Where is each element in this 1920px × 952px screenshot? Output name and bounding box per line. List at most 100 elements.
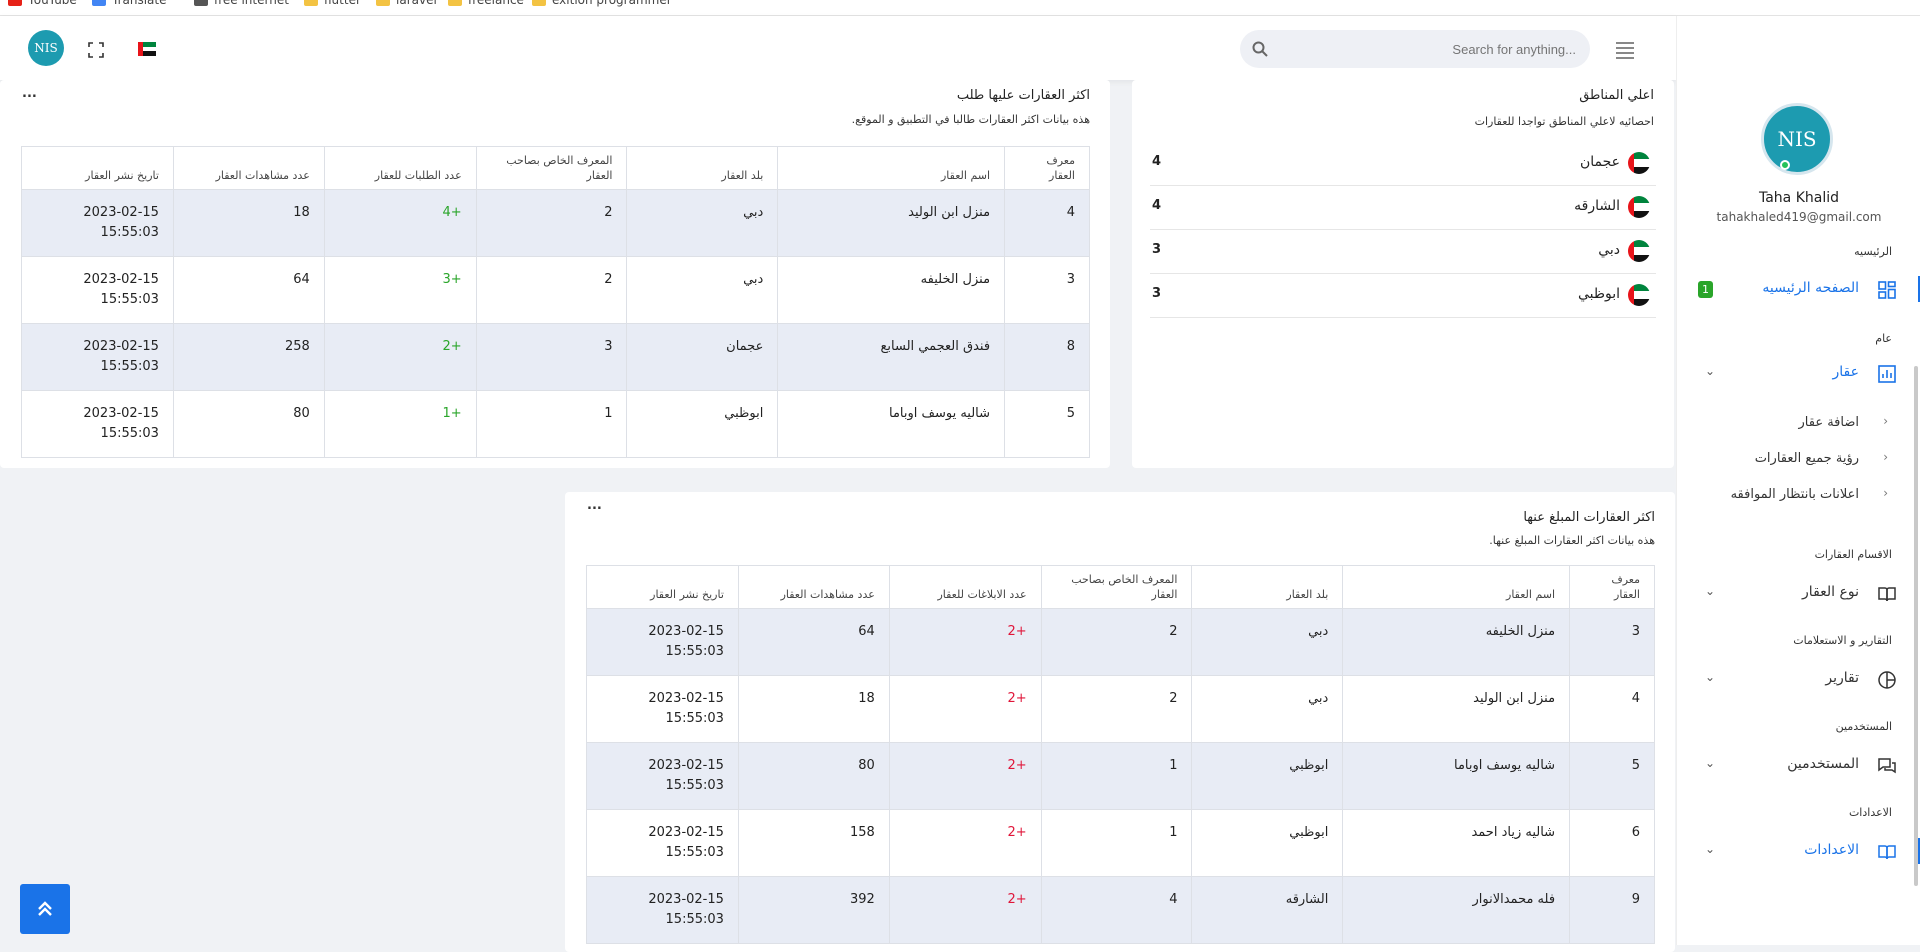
column-header: معرف العقار xyxy=(1004,146,1090,190)
cell-owner: 2 xyxy=(1040,608,1193,676)
avatar[interactable]: NIS xyxy=(1761,103,1833,175)
table-row[interactable]: 3 منزل الخليفه دبي 2 +3 64 2023-02-15 15:55:03 xyxy=(21,256,1090,324)
globe-icon xyxy=(194,0,208,6)
column-header: معرف العقار xyxy=(1569,565,1655,609)
table-row[interactable]: 8 فندق العجمي السابع عجمان 3 +2 258 2023-02-15… xyxy=(21,323,1090,391)
cell-owner: 4 xyxy=(1040,876,1193,944)
cell-views: 80 xyxy=(172,390,325,458)
region-row: 4 عجمان xyxy=(1150,142,1656,186)
bookmark-label: freelance xyxy=(468,0,524,7)
bookmark-item[interactable]: free internet xyxy=(194,0,289,7)
scroll-to-top-button[interactable] xyxy=(20,884,70,934)
bookmark-item[interactable]: laravel xyxy=(376,0,437,7)
avatar-logo-text: NIS xyxy=(1777,127,1817,151)
card-subtitle: هذه بيانات اكثر العقارات طالبا في التطبي… xyxy=(851,113,1090,126)
table-row[interactable]: 9 فله محمدالانوار الشارقه 4 +2 392 2023-02-15 … xyxy=(586,876,1655,944)
cell-country: ابوظبي xyxy=(626,390,779,458)
cell-owner: 1 xyxy=(1040,809,1193,877)
nav-item-label: المستخدمين xyxy=(1787,756,1859,772)
search-bar[interactable] xyxy=(1240,30,1590,68)
bookmark-item[interactable]: flutter xyxy=(304,0,361,7)
region-row: 3 دبي xyxy=(1150,230,1656,274)
chevron-down-icon: ⌄ xyxy=(1705,670,1716,684)
cell-owner: 3 xyxy=(475,323,628,391)
cell-id: 4 xyxy=(1569,675,1655,743)
nav-item-settings[interactable]: ⌄ الاعدادات xyxy=(1677,834,1920,868)
bookmark-label: Translate xyxy=(112,0,167,7)
region-name: الشارقه xyxy=(1574,198,1620,214)
chevron-down-icon: ⌄ xyxy=(1705,756,1716,770)
most-reported-table: معرف العقار اسم العقار بلد العقار المعرف… xyxy=(586,565,1655,944)
bookmark-item[interactable]: YouTube xyxy=(8,0,77,7)
cell-count: +4 xyxy=(323,189,477,257)
cell-date: 2023-02-15 15:55:03 xyxy=(586,876,739,944)
nav-item-reports[interactable]: ⌄ تقارير xyxy=(1677,662,1920,696)
double-chevron-up-icon xyxy=(38,901,52,916)
sidebar: NIS Taha Khalid tahakhaled419@gmail.com … xyxy=(1676,16,1920,945)
cell-name: شاليه يوسف اوباما xyxy=(1342,742,1571,810)
chevron-left-icon: › xyxy=(1883,486,1888,500)
bar-chart-icon xyxy=(1878,365,1896,383)
uae-flag-icon[interactable] xyxy=(138,42,156,56)
bookmark-label: laravel xyxy=(396,0,437,7)
bookmark-label: flutter xyxy=(324,0,361,7)
cell-owner: 2 xyxy=(1040,675,1193,743)
cell-name: فندق العجمي السابع xyxy=(777,323,1006,391)
table-header-row: معرف العقار اسم العقار بلد العقار المعرف… xyxy=(586,565,1655,609)
nav-item-property-type[interactable]: ⌄ نوع العقار xyxy=(1677,576,1920,610)
bookmark-item[interactable]: Translate xyxy=(92,0,167,7)
bookmark-item[interactable]: exition programmer xyxy=(532,0,672,7)
hamburger-icon[interactable] xyxy=(1616,42,1634,59)
column-header: اسم العقار xyxy=(1342,565,1571,609)
most-requested-table: معرف العقار اسم العقار بلد العقار المعرف… xyxy=(21,146,1090,458)
logo[interactable]: NIS xyxy=(28,30,64,66)
fullscreen-icon[interactable] xyxy=(88,42,104,58)
nav-item-label: الصفحه الرئيسيه xyxy=(1762,280,1859,296)
chevron-down-icon: ⌄ xyxy=(1705,364,1716,378)
table-row[interactable]: 5 شاليه يوسف اوباما ابوظبي 1 +1 80 2023-02-15 … xyxy=(21,390,1090,458)
nav-item-users[interactable]: ⌄ المستخدمين xyxy=(1677,748,1920,782)
cell-date: 2023-02-15 15:55:03 xyxy=(21,256,174,324)
table-row[interactable]: 5 شاليه يوسف اوباما ابوظبي 1 +2 80 2023-02-15 … xyxy=(586,742,1655,810)
bookmark-item[interactable]: freelance xyxy=(448,0,524,7)
nav-item-label: تقارير xyxy=(1825,670,1859,686)
nav-item-label: عقار xyxy=(1832,364,1859,380)
cell-country: دبي xyxy=(626,189,779,257)
search-input[interactable] xyxy=(1280,30,1576,68)
region-count: 4 xyxy=(1152,154,1162,169)
more-menu-button[interactable]: ... xyxy=(587,498,602,513)
cell-country: ابوظبي xyxy=(1191,809,1344,877)
most-reported-card: ... اكثر العقارات المبلغ عنها هذه بيانات… xyxy=(565,492,1675,952)
sub-item-add-property[interactable]: اضافة عقار › xyxy=(1677,412,1920,436)
nav-item-property[interactable]: ⌄ عقار xyxy=(1677,356,1920,390)
region-row: 4 الشارقه xyxy=(1150,186,1656,230)
nav-item-home[interactable]: 1 الصفحه الرئيسيه xyxy=(1677,272,1920,306)
top-bar: NIS xyxy=(0,16,1676,80)
column-header: اسم العقار xyxy=(777,146,1006,190)
chat-icon xyxy=(1878,758,1896,774)
uae-flag-icon xyxy=(1628,196,1650,218)
cell-country: دبي xyxy=(626,256,779,324)
sub-item-pending-ads[interactable]: اعلانات بانتظار الموافقه › xyxy=(1677,484,1920,508)
column-header: عدد الابلاغات للعقار xyxy=(888,565,1042,609)
nav-item-label: نوع العقار xyxy=(1802,584,1859,600)
table-row[interactable]: 6 شاليه زياد احمد ابوظبي 1 +2 158 2023-02-15 1… xyxy=(586,809,1655,877)
sub-item-view-all[interactable]: رؤية جميع العقارات › xyxy=(1677,448,1920,472)
cell-count: +2 xyxy=(888,809,1042,877)
dashboard-icon xyxy=(1878,281,1896,299)
sidebar-scrollbar[interactable] xyxy=(1914,366,1918,886)
cell-id: 6 xyxy=(1569,809,1655,877)
cell-date: 2023-02-15 15:55:03 xyxy=(586,675,739,743)
more-menu-button[interactable]: ... xyxy=(22,86,37,101)
table-row[interactable]: 4 منزل ابن الوليد دبي 2 +2 18 2023-02-15 15:55… xyxy=(586,675,1655,743)
region-row: 3 ابوظبي xyxy=(1150,274,1656,318)
cell-name: منزل الخليفه xyxy=(1342,608,1571,676)
table-row[interactable]: 4 منزل ابن الوليد دبي 2 +4 18 2023-02-15 15:55… xyxy=(21,189,1090,257)
cell-date: 2023-02-15 15:55:03 xyxy=(21,189,174,257)
uae-flag-icon xyxy=(1628,152,1650,174)
folder-icon xyxy=(448,0,462,6)
table-row[interactable]: 3 منزل الخليفه دبي 2 +2 64 2023-02-15 15:55:03 xyxy=(586,608,1655,676)
bookmark-label: YouTube xyxy=(28,0,77,7)
cell-country: دبي xyxy=(1191,675,1344,743)
cell-owner: 2 xyxy=(475,189,628,257)
